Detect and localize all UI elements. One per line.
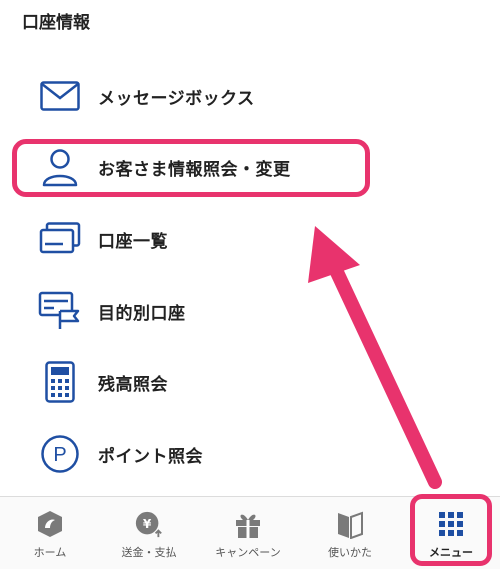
gift-icon bbox=[233, 509, 263, 539]
menu-item-label: メッセージボックス bbox=[98, 88, 255, 109]
yen-transfer-icon: ¥ bbox=[134, 509, 164, 539]
menu-item-label: 残高照会 bbox=[98, 374, 168, 395]
menu-item-label: 目的別口座 bbox=[98, 303, 186, 324]
highlight-box bbox=[12, 139, 370, 197]
cards-icon bbox=[36, 217, 84, 261]
point-icon: P bbox=[36, 432, 84, 476]
page-title: 口座情報 bbox=[22, 13, 90, 33]
nav-menu-highlight bbox=[410, 494, 492, 566]
nav-label: 送金・支払 bbox=[121, 546, 177, 559]
menu-item-message-box[interactable]: メッセージボックス bbox=[0, 66, 500, 126]
nav-label: ホーム bbox=[33, 546, 67, 559]
nav-how-to-use[interactable]: 使いかた bbox=[305, 497, 395, 569]
envelope-icon bbox=[36, 74, 84, 118]
card-flag-icon bbox=[36, 289, 84, 333]
menu-item-account-list[interactable]: 口座一覧 bbox=[0, 209, 500, 269]
menu-item-balance-inquiry[interactable]: 残高照会 bbox=[0, 352, 500, 412]
menu-item-label: ポイント照会 bbox=[98, 446, 203, 467]
menu-item-point-inquiry[interactable]: P ポイント照会 bbox=[0, 424, 500, 484]
menu-item-purpose-account[interactable]: 目的別口座 bbox=[0, 281, 500, 341]
svg-text:P: P bbox=[53, 444, 66, 466]
menu-item-label: 口座一覧 bbox=[98, 231, 168, 252]
svg-text:¥: ¥ bbox=[143, 517, 152, 531]
nav-label: 使いかた bbox=[328, 546, 372, 559]
nav-transfer[interactable]: ¥ 送金・支払 bbox=[104, 497, 194, 569]
calculator-icon bbox=[36, 360, 84, 404]
home-logo-icon bbox=[35, 509, 65, 539]
nav-home[interactable]: ホーム bbox=[5, 497, 95, 569]
nav-campaign[interactable]: キャンペーン bbox=[203, 497, 293, 569]
nav-label: キャンペーン bbox=[215, 546, 281, 559]
book-icon bbox=[335, 509, 365, 539]
